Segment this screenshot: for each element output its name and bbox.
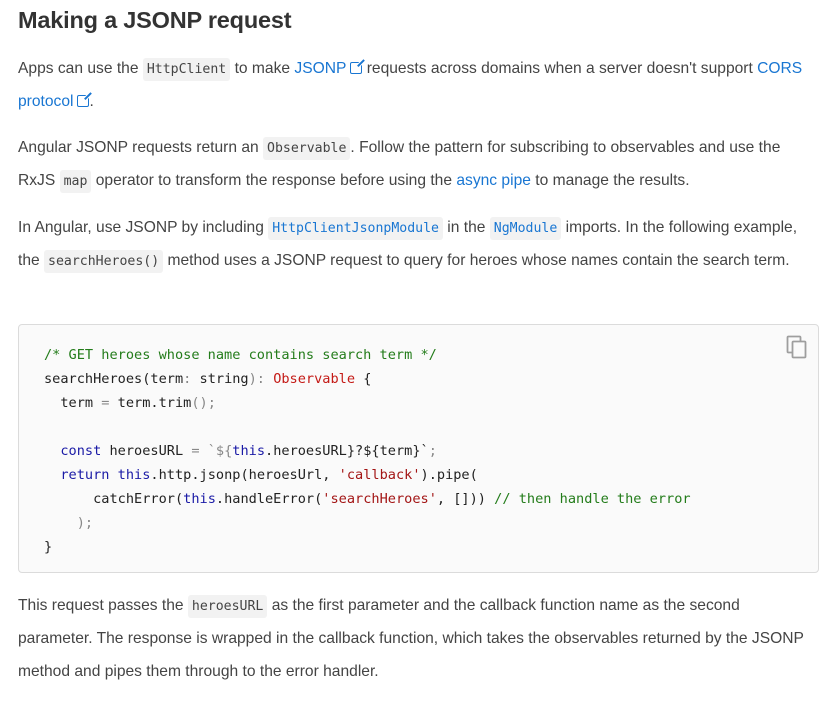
code-token: } [44, 539, 53, 555]
code-line: searchHeroes(term: string): Observable { [44, 367, 691, 391]
code-token: searchHeroes [44, 371, 143, 387]
text: to make [230, 60, 295, 77]
text: This request passes the [18, 597, 188, 614]
text: In Angular, use JSONP by including [18, 219, 269, 236]
code-token: (); [191, 395, 216, 411]
jsonp-link-label: JSONP [294, 60, 347, 77]
explanation-paragraph: This request passes the heroesURL as the… [18, 590, 818, 688]
heroesurl-code: heroesURL [187, 595, 268, 618]
code-token: return [60, 467, 110, 483]
text: in the [442, 219, 490, 236]
code-token: const [60, 443, 102, 459]
code-block: /* GET heroes whose name contains search… [44, 343, 691, 559]
copy-icon[interactable] [786, 335, 808, 359]
async-pipe-link[interactable]: async pipe [456, 172, 531, 189]
jsonp-module-paragraph: In Angular, use JSONP by including HttpC… [18, 212, 818, 279]
code-token: term [44, 395, 102, 411]
code-token: this [183, 491, 216, 507]
code-line: const heroesURL = `${this.heroesURL}?${t… [44, 439, 691, 463]
code-token: ): [248, 371, 274, 387]
text: Apps can use the [18, 60, 143, 77]
code-line: term = term.trim(); [44, 391, 691, 415]
code-token: { [355, 371, 372, 387]
httpclientjsonpmodule-code[interactable]: HttpClientJsonpModule [268, 217, 443, 240]
section-heading: Making a JSONP request [18, 7, 292, 33]
text: method uses a JSONP request to query for… [163, 252, 790, 270]
code-token: ; [428, 443, 437, 459]
external-link-icon [350, 62, 363, 74]
code-token: string [199, 371, 249, 387]
code-token: `${ [207, 443, 233, 459]
code-token: 'callback' [338, 467, 421, 483]
text: Angular JSONP requests return an [18, 139, 264, 156]
code-line: } [44, 535, 691, 559]
code-line: /* GET heroes whose name contains search… [44, 343, 691, 367]
intro-paragraph: Apps can use the HttpClient to make JSON… [18, 53, 818, 119]
code-token: 'searchHeroes' [322, 491, 437, 507]
code-token: .handleError( [215, 491, 323, 507]
code-token: .http.jsonp(heroesUrl, [150, 467, 339, 483]
code-token: .heroesURL}?${term}` [265, 443, 429, 459]
text: operator to transform the response befor… [91, 172, 457, 190]
code-token: catchError( [44, 491, 184, 507]
code-token: (term [142, 371, 184, 387]
code-comment: // then handle the error [494, 491, 691, 507]
code-token: Observable [273, 371, 356, 387]
map-code: map [59, 170, 92, 194]
code-token: this [117, 467, 151, 483]
ngmodule-code[interactable]: NgModule [489, 217, 562, 240]
code-line: ); [44, 511, 691, 535]
code-token: ).pipe( [420, 467, 478, 483]
code-token: = [191, 443, 200, 459]
code-line: return this.http.jsonp(heroesUrl, 'callb… [44, 463, 691, 487]
jsonp-link[interactable]: JSONP [294, 60, 363, 77]
httpclient-code: HttpClient [142, 58, 231, 81]
code-token: term.trim [109, 395, 192, 411]
code-token: ); [44, 515, 94, 531]
code-comment: /* GET heroes whose name contains search… [44, 347, 437, 363]
observable-paragraph: Angular JSONP requests return an Observa… [18, 132, 818, 199]
text: requests across domains when a server do… [362, 60, 758, 77]
code-token: this [232, 443, 266, 459]
code-line: catchError(this.handleError('searchHeroe… [44, 487, 691, 511]
text: to manage the results. [530, 172, 690, 190]
external-link-icon [77, 95, 90, 108]
text: . [89, 93, 94, 111]
searchheroes-code: searchHeroes() [44, 250, 164, 274]
code-token: , [])) [436, 491, 495, 507]
code-example: /* GET heroes whose name contains search… [18, 324, 819, 573]
page: Making a JSONP request Apps can use the … [0, 0, 837, 705]
code-token: : [183, 371, 200, 387]
observable-code: Observable [263, 137, 351, 160]
code-token: heroesURL [101, 443, 192, 459]
